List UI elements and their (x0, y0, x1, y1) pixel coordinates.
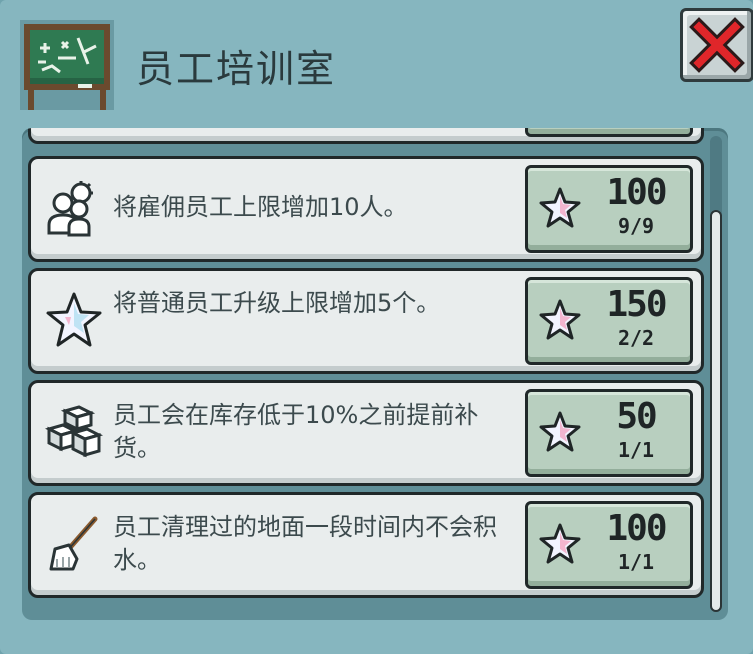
upgrade-list[interactable]: 将雇佣员工上限增加10人。 100 9/9 将普通员工升级上限增加5个。 150… (28, 128, 706, 620)
purchase-count: 1/1 (617, 438, 655, 462)
upgrade-card: 员工清理过的地面一段时间内不会积水。 100 1/1 (28, 492, 704, 598)
purchase-count: 1/1 (617, 550, 655, 574)
star-icon (539, 411, 581, 452)
upgrade-card: 将普通员工升级上限增加5个。 150 2/2 (28, 268, 704, 374)
upgrade-description: 员工会在库存低于10%之前提前补货。 (113, 401, 479, 462)
star-icon (539, 299, 581, 340)
chalkboard-icon (20, 20, 114, 110)
upgrade-description: 员工清理过的地面一段时间内不会积水。 (113, 513, 497, 574)
cost-button[interactable]: 50 1/1 (525, 389, 693, 477)
upgrade-card-partial (28, 128, 704, 144)
staff-group-icon (47, 181, 93, 237)
upgrade-description: 将普通员工升级上限增加5个。 (113, 289, 441, 317)
cost-amount: 150 (606, 284, 667, 325)
purchase-count: 2/2 (617, 326, 655, 350)
cost-button[interactable]: 100 1/1 (525, 501, 693, 589)
mop-icon (49, 516, 98, 571)
stock-boxes-icon (45, 405, 103, 458)
purchase-count: 9/9 (617, 214, 655, 238)
cost-amount: 100 (606, 172, 667, 213)
star-icon (539, 187, 581, 228)
star-icon (539, 523, 581, 564)
cost-button[interactable]: 100 9/9 (525, 165, 693, 253)
cost-amount: 100 (606, 508, 667, 549)
upgrade-description: 将雇佣员工上限增加10人。 (113, 193, 408, 221)
upgrade-list-panel: 将雇佣员工上限增加10人。 100 9/9 将普通员工升级上限增加5个。 150… (22, 128, 728, 620)
upgrade-card: 将雇佣员工上限增加10人。 100 9/9 (28, 156, 704, 262)
window-title: 员工培训室 (136, 47, 337, 91)
cost-button-partial[interactable] (525, 128, 693, 137)
cost-amount: 50 (616, 396, 657, 437)
upgrade-card: 员工会在库存低于10%之前提前补货。 50 1/1 (28, 380, 704, 486)
training-room-window: 员工培训室 将雇佣员工上限增加10人。 100 9/9 将普通员工升级上限增加5… (0, 0, 753, 654)
close-button[interactable] (680, 8, 753, 82)
star-icon (46, 292, 102, 347)
scrollbar-thumb[interactable] (710, 210, 722, 612)
title-bar: 员工培训室 (0, 0, 753, 120)
cost-button[interactable]: 150 2/2 (525, 277, 693, 365)
close-icon (689, 17, 745, 73)
